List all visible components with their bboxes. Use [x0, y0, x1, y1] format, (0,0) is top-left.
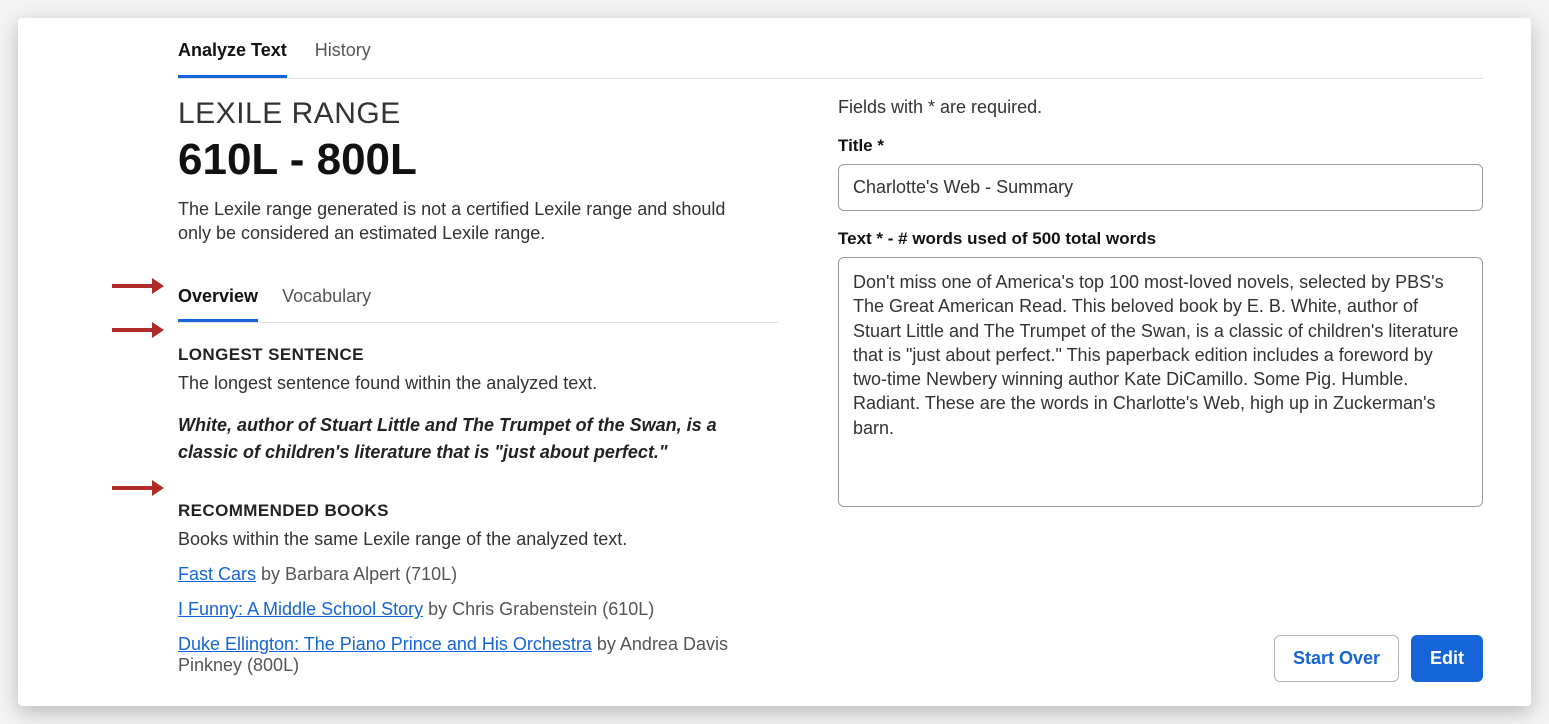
arrow-icon: [112, 320, 164, 340]
results-column: LEXILE RANGE 610L - 800L The Lexile rang…: [178, 97, 778, 676]
arrow-icon: [112, 478, 164, 498]
book-link[interactable]: Duke Ellington: The Piano Prince and His…: [178, 634, 592, 654]
text-label: Text * - # words used of 500 total words: [838, 229, 1483, 249]
analyzer-card: Analyze Text History LEXILE RANGE 610L -…: [18, 18, 1531, 706]
book-link[interactable]: Fast Cars: [178, 564, 256, 584]
longest-sentence-text: White, author of Stuart Little and The T…: [178, 412, 758, 468]
form-actions: Start Over Edit: [1274, 635, 1483, 682]
title-input[interactable]: [838, 164, 1483, 211]
form-column: Fields with * are required. Title * Text…: [838, 97, 1483, 676]
arrow-icon: [112, 276, 164, 296]
edit-button[interactable]: Edit: [1411, 635, 1483, 682]
book-meta: by Barbara Alpert (710L): [256, 564, 457, 584]
start-over-button[interactable]: Start Over: [1274, 635, 1399, 682]
lexile-range-label: LEXILE RANGE: [178, 97, 778, 131]
title-label: Title *: [838, 136, 1483, 156]
tab-vocabulary[interactable]: Vocabulary: [282, 276, 371, 322]
tab-analyze-text[interactable]: Analyze Text: [178, 30, 287, 78]
longest-sentence-sub: The longest sentence found within the an…: [178, 373, 778, 394]
tab-history[interactable]: History: [315, 30, 371, 78]
sub-tabs: Overview Vocabulary: [178, 276, 778, 323]
book-meta: by Chris Grabenstein (610L): [423, 599, 654, 619]
list-item: Duke Ellington: The Piano Prince and His…: [178, 634, 778, 676]
top-tabs: Analyze Text History: [178, 18, 1483, 79]
recommended-books-sub: Books within the same Lexile range of th…: [178, 529, 778, 550]
list-item: Fast Cars by Barbara Alpert (710L): [178, 564, 778, 585]
list-item: I Funny: A Middle School Story by Chris …: [178, 599, 778, 620]
lexile-range-value: 610L - 800L: [178, 135, 778, 185]
recommended-books-heading: RECOMMENDED BOOKS: [178, 501, 778, 521]
text-textarea[interactable]: [838, 257, 1483, 507]
longest-sentence-heading: LONGEST SENTENCE: [178, 345, 778, 365]
required-fields-note: Fields with * are required.: [838, 97, 1483, 118]
tab-overview[interactable]: Overview: [178, 276, 258, 322]
book-link[interactable]: I Funny: A Middle School Story: [178, 599, 423, 619]
lexile-range-note: The Lexile range generated is not a cert…: [178, 197, 758, 246]
